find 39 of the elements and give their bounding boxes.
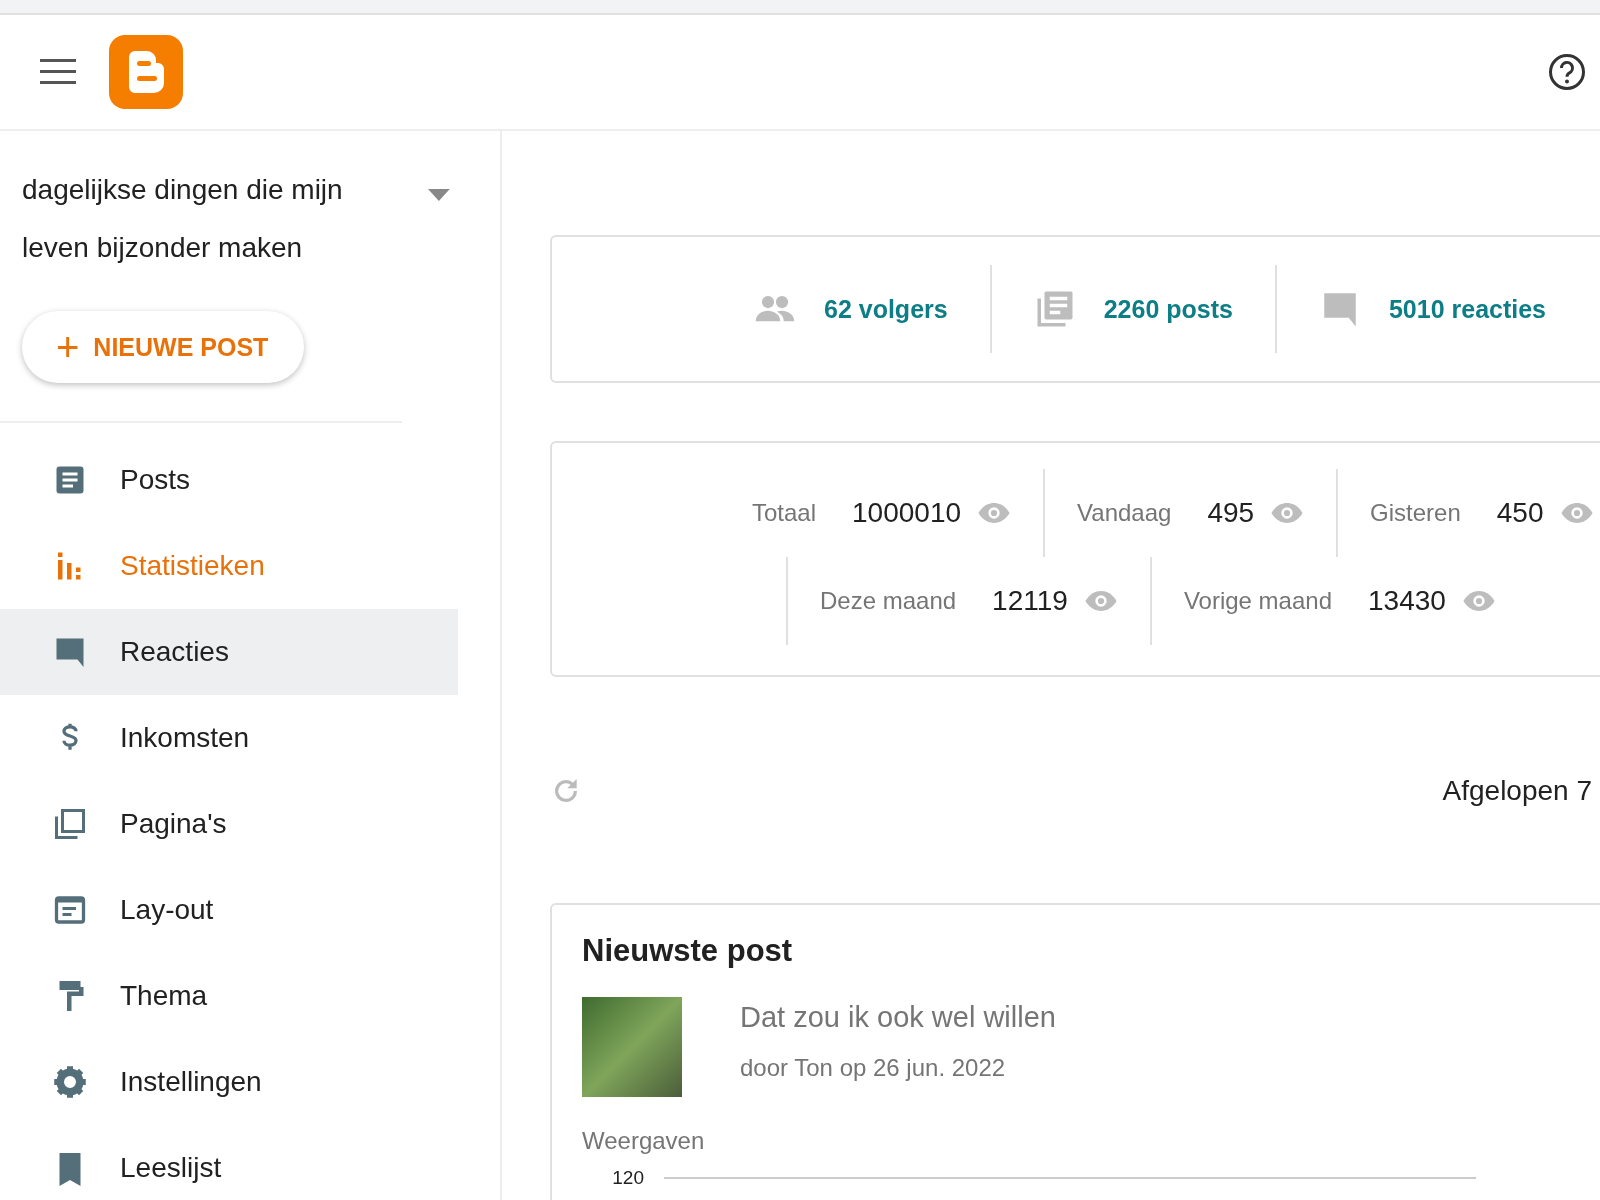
pages-icon [52,806,88,842]
views-label: Totaal [752,499,817,527]
sidebar-item[interactable]: Instellingen [0,1039,458,1125]
views-label: Vandaag [1077,499,1172,527]
eye-icon [977,501,1012,525]
eye-icon [1270,501,1305,525]
axis-tick: 120 [611,1167,645,1189]
views-value: 1000010 [852,497,962,529]
eye-icon [1083,589,1118,613]
eye-icon [1461,589,1496,613]
views-value: 12119 [992,585,1068,617]
summary-count[interactable]: 62 volgers [824,294,948,324]
eye-icon [1559,501,1594,525]
summary-count[interactable]: 5010 reacties [1388,294,1547,324]
views-value: 13430 [1368,585,1446,617]
post-title[interactable]: Dat zou ik ook wel willen [740,1001,1056,1034]
dropdown-caret-icon[interactable] [428,189,450,201]
views-label: Vorige maand [1183,587,1332,615]
sidebar-item[interactable]: Thema [0,953,458,1039]
post-byline: door Ton op 26 jun. 2022 [740,1054,1007,1082]
period-selector[interactable]: Afgelopen 7 [1442,775,1592,807]
sidebar-item[interactable]: Pagina's [0,781,458,867]
views-value: 495 [1207,497,1255,529]
sidebar-item[interactable]: Inkomsten [0,695,458,781]
sidebar-item[interactable]: Leeslijst [0,1125,458,1200]
sidebar-item[interactable]: Reacties [0,609,458,695]
blog-title[interactable]: dagelijkse dingen die mijn leven bijzonder maken [22,161,399,277]
logo-icon[interactable] [109,35,183,109]
views-label: Gisteren [1370,499,1461,527]
views-label: Deze maand [820,587,957,615]
views-value: 450 [1496,497,1544,529]
settings-icon [52,1064,88,1100]
card-heading: Nieuwste post [582,933,794,969]
chart-label: Weergaven [582,1127,706,1155]
summary-count[interactable]: 2260 posts [1103,294,1233,324]
help-icon[interactable] [1548,53,1586,91]
sidebar-item[interactable]: Posts [0,437,458,523]
sidebar-item[interactable]: Lay-out [0,867,458,953]
menu-icon[interactable] [40,59,76,85]
